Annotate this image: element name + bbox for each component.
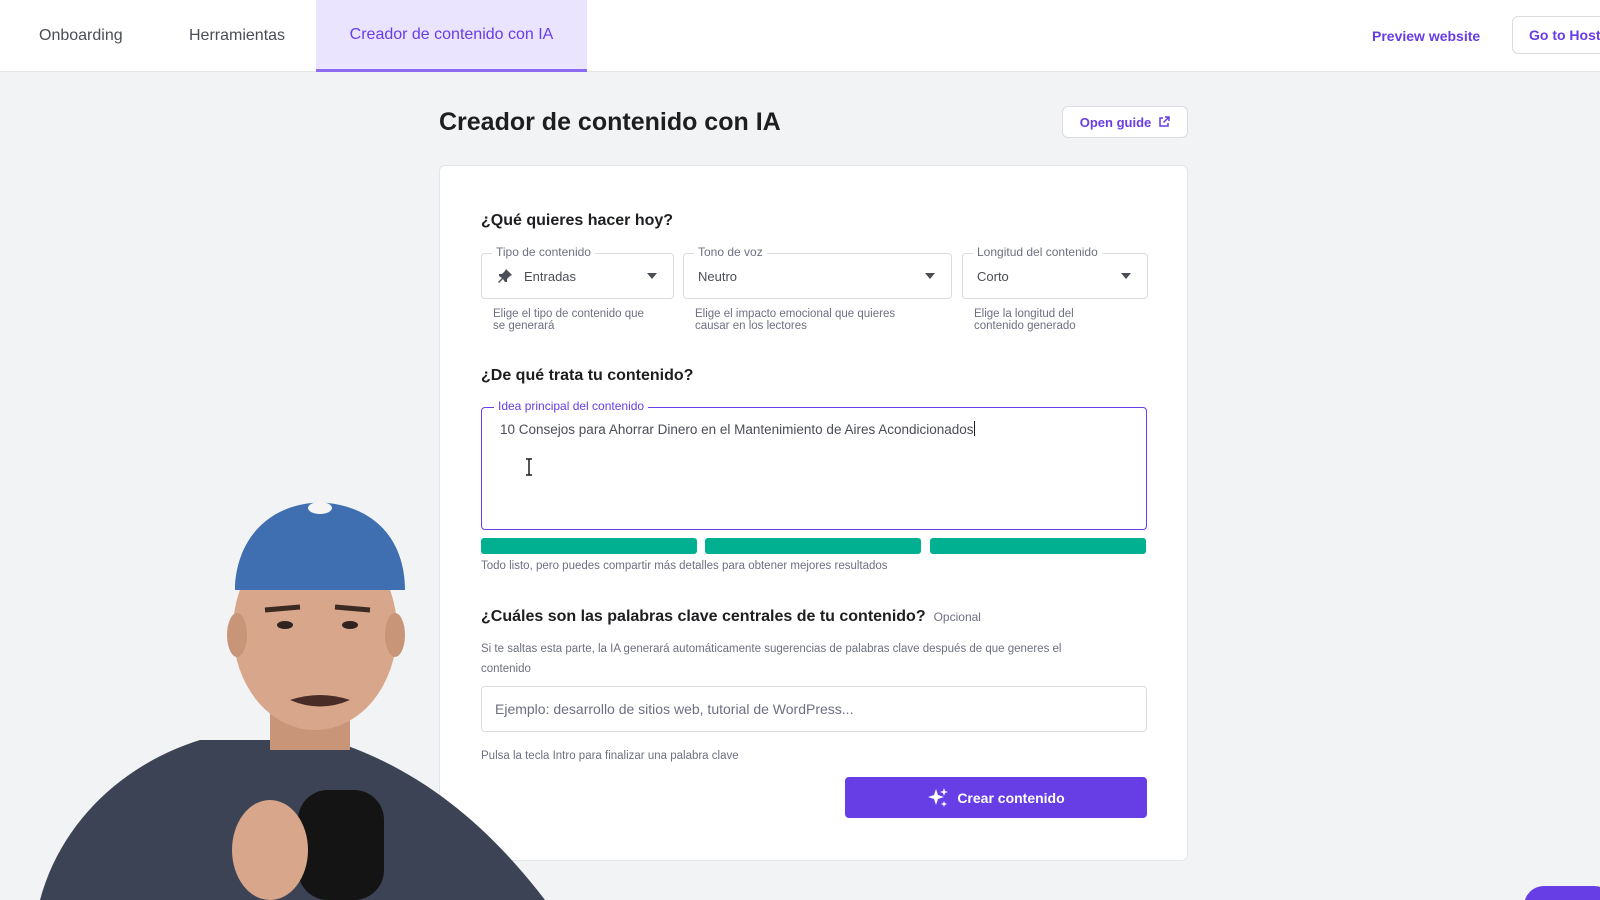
open-guide-button[interactable]: Open guide xyxy=(1062,106,1188,138)
text-cursor-icon xyxy=(526,458,532,476)
content-type-helper: Elige el tipo de contenido que se genera… xyxy=(493,308,644,332)
section-heading-what: ¿Qué quieres hacer hoy? xyxy=(481,212,674,229)
tab-herramientas[interactable]: Herramientas xyxy=(189,0,285,72)
page-title: Creador de contenido con IA xyxy=(439,108,781,136)
tab-ai-content-creator[interactable]: Creador de contenido con IA xyxy=(316,0,587,72)
open-guide-label: Open guide xyxy=(1079,114,1152,130)
sparkle-icon xyxy=(928,787,949,807)
quality-bar-2 xyxy=(705,538,921,554)
chevron-down-icon xyxy=(1121,273,1131,279)
create-content-button[interactable]: Crear contenido xyxy=(845,777,1147,818)
tone-select[interactable]: Tono de voz Neutro xyxy=(683,245,952,299)
length-value: Corto xyxy=(977,268,1009,284)
top-nav: Onboarding Herramientas Creador de conte… xyxy=(0,0,1600,72)
optional-tag: Opcional xyxy=(933,610,981,624)
keywords-input[interactable]: Ejemplo: desarrollo de sitios web, tutor… xyxy=(481,686,1147,732)
tab-onboarding[interactable]: Onboarding xyxy=(39,0,123,72)
content-type-select[interactable]: Tipo de contenido Entradas xyxy=(481,245,674,299)
length-label: Longitud del contenido xyxy=(973,245,1102,259)
tone-helper: Elige el impacto emocional que quieres c… xyxy=(695,308,896,332)
webcam-presenter-image xyxy=(40,502,545,900)
chevron-down-icon xyxy=(925,273,935,279)
content-type-value: Entradas xyxy=(524,268,577,284)
main-idea-text: 10 Consejos para Ahorrar Dinero en el Ma… xyxy=(500,421,975,437)
go-to-hostinger-button[interactable]: Go to Host xyxy=(1512,16,1600,54)
tone-value: Neutro xyxy=(698,268,738,284)
pin-icon xyxy=(498,269,512,283)
main-idea-textarea[interactable]: Idea principal del contenido 10 Consejos… xyxy=(481,399,1147,530)
length-helper: Elige la longitud del contenido generado xyxy=(974,308,1076,332)
main-idea-label: Idea principal del contenido xyxy=(494,399,649,413)
quality-bar-3 xyxy=(930,538,1146,554)
length-select[interactable]: Longitud del contenido Corto xyxy=(962,245,1148,299)
keywords-description: Si te saltas esta parte, la IA generará … xyxy=(481,643,1062,675)
create-content-label: Crear contenido xyxy=(957,789,1065,806)
external-link-icon xyxy=(1159,116,1170,127)
chevron-down-icon xyxy=(647,273,657,279)
section-heading-topic: ¿De qué trata tu contenido? xyxy=(481,367,694,384)
chat-assistant-button[interactable] xyxy=(1524,886,1600,900)
tone-label: Tono de voz xyxy=(694,245,767,259)
preview-website-link[interactable]: Preview website xyxy=(1372,0,1480,72)
content-type-label: Tipo de contenido xyxy=(492,245,595,259)
